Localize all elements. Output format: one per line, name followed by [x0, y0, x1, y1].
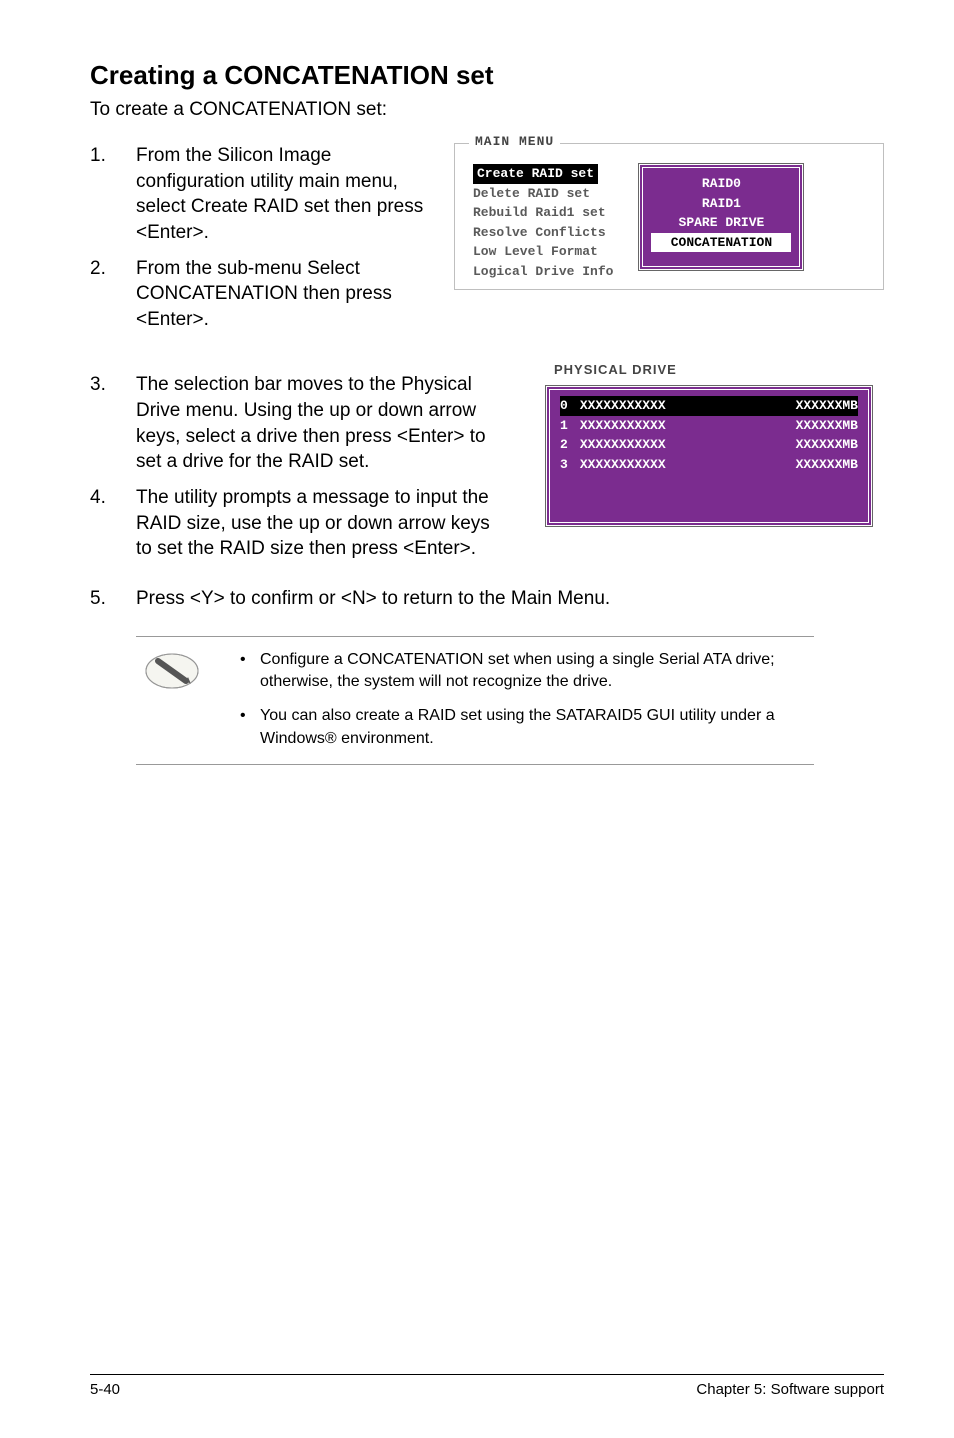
note-item-2: You can also create a RAID set using the…	[240, 705, 806, 750]
note-list: Configure a CONCATENATION set when using…	[240, 649, 806, 751]
step-number: 4.	[90, 485, 136, 562]
step-4: 4. The utility prompts a message to inpu…	[90, 485, 510, 562]
intro-text: To create a CONCATENATION set:	[90, 99, 884, 121]
physical-drive-row-1: 1 XXXXXXXXXXX XXXXXXMB	[560, 416, 858, 436]
step-2: 2. From the sub-menu Select CONCATENATIO…	[90, 256, 430, 333]
raid-submenu: RAID0 RAID1 SPARE DRIVE CONCATENATION	[639, 164, 803, 270]
step-1: 1. From the Silicon Image configuration …	[90, 143, 430, 246]
step-5: 5. Press <Y> to confirm or <N> to return…	[90, 586, 884, 612]
menu-item-low-level-format: Low Level Format	[473, 242, 613, 262]
drive-size: XXXXXXMB	[796, 435, 858, 455]
physical-drive-row-2: 2 XXXXXXXXXXX XXXXXXMB	[560, 435, 858, 455]
step-text: From the Silicon Image configuration uti…	[136, 143, 430, 246]
physical-drive-box: 0 XXXXXXXXXXX XXXXXXMB 1 XXXXXXXXXXX XXXXX…	[546, 386, 872, 526]
raid-option-spare: SPARE DRIVE	[653, 213, 789, 233]
footer-chapter: Chapter 5: Software support	[696, 1381, 884, 1398]
footer-page-number: 5-40	[90, 1381, 120, 1398]
step-text: The selection bar moves to the Physical …	[136, 372, 510, 475]
step-number: 3.	[90, 372, 136, 475]
drive-size: XXXXXXMB	[796, 455, 858, 475]
step-text: Press <Y> to confirm or <N> to return to…	[136, 586, 610, 612]
menu-item-create-raid: Create RAID set	[473, 164, 598, 184]
steps-list-2: 3. The selection bar moves to the Physic…	[90, 372, 510, 561]
drive-name: XXXXXXXXXXX	[580, 435, 666, 455]
menu-item-delete-raid: Delete RAID set	[473, 184, 613, 204]
note-block: Configure a CONCATENATION set when using…	[136, 636, 814, 766]
step-3: 3. The selection bar moves to the Physic…	[90, 372, 510, 475]
steps-list-1: 1. From the Silicon Image configuration …	[90, 143, 430, 332]
main-menu-items: Create RAID set Delete RAID set Rebuild …	[473, 162, 613, 281]
physical-drive-panel: PHYSICAL DRIVE 0XXXXXXXXXXX XXXXXXMB 1XX…	[534, 372, 884, 536]
drive-name: XXXXXXXXXXX	[580, 396, 666, 416]
raid-option-raid1: RAID1	[653, 194, 789, 214]
main-menu-panel: MAIN MENU Create RAID set Delete RAID se…	[454, 143, 884, 290]
drive-index: 2	[560, 435, 568, 455]
step-text: The utility prompts a message to input t…	[136, 485, 510, 562]
physical-drive-row-3: 3 XXXXXXXXXXX XXXXXXMB	[560, 455, 858, 475]
row-steps-1-2: 1. From the Silicon Image configuration …	[90, 143, 884, 342]
note-item-1: Configure a CONCATENATION set when using…	[240, 649, 806, 694]
raid-option-concatenation: CONCATENATION	[651, 233, 791, 253]
step-number: 1.	[90, 143, 136, 246]
section-heading: Creating a CONCATENATION set	[90, 60, 884, 91]
drive-name: XXXXXXXXXXX	[580, 455, 666, 475]
note-icon	[144, 651, 200, 691]
page-footer: 5-40 Chapter 5: Software support	[90, 1374, 884, 1398]
physical-drive-row-0: 0 XXXXXXXXXXX XXXXXXMB	[560, 396, 858, 416]
physical-drive-label: PHYSICAL DRIVE	[548, 362, 683, 377]
drive-size: XXXXXXMB	[796, 416, 858, 436]
step-number: 5.	[90, 586, 136, 612]
menu-item-logical-drive-info: Logical Drive Info	[473, 262, 613, 282]
drive-index: 0	[560, 396, 568, 416]
drive-index: 1	[560, 416, 568, 436]
main-menu-label: MAIN MENU	[469, 134, 560, 149]
drive-size: XXXXXXMB	[796, 396, 858, 416]
drive-index: 3	[560, 455, 568, 475]
step-text: From the sub-menu Select CONCATENATION t…	[136, 256, 430, 333]
drive-name: XXXXXXXXXXX	[580, 416, 666, 436]
menu-item-rebuild-raid1: Rebuild Raid1 set	[473, 203, 613, 223]
row-steps-3-4: 3. The selection bar moves to the Physic…	[90, 372, 884, 571]
menu-item-resolve-conflicts: Resolve Conflicts	[473, 223, 613, 243]
step-number: 2.	[90, 256, 136, 333]
raid-option-raid0: RAID0	[653, 174, 789, 194]
